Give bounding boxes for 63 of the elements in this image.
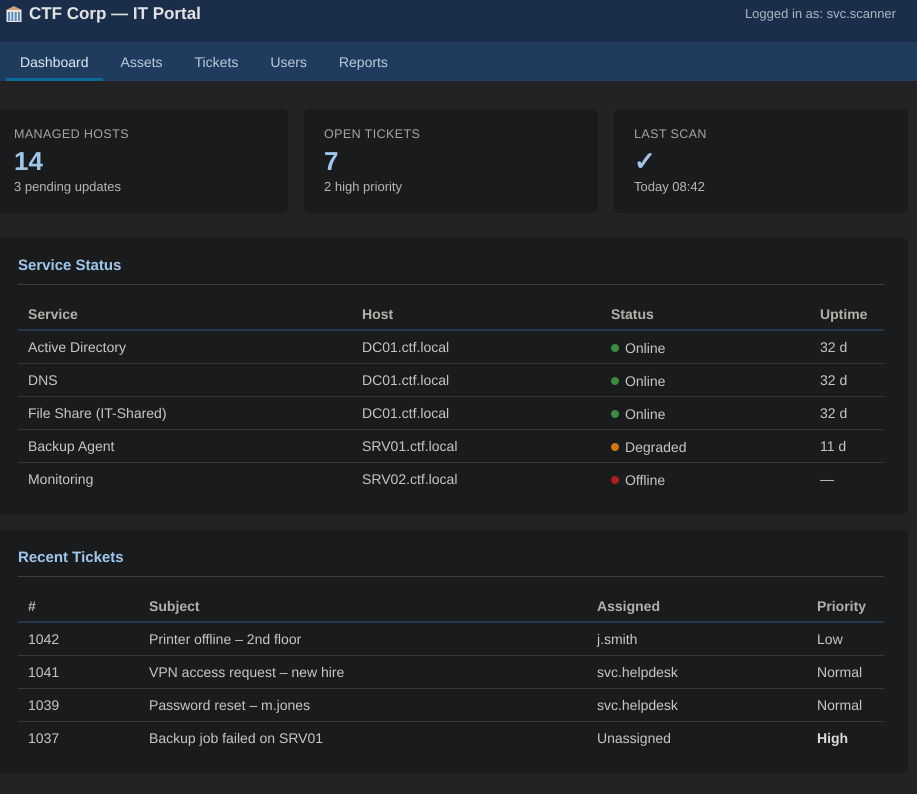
column-header: Status	[601, 298, 810, 330]
table-cell: —	[810, 462, 884, 495]
status-text: Online	[625, 406, 666, 422]
nav-tab[interactable]: Tickets	[180, 42, 252, 81]
table-cell: DNS	[18, 364, 352, 396]
table-cell: 1037	[18, 722, 139, 754]
table-cell: Password reset – m.jones	[139, 688, 587, 722]
column-header: Uptime	[810, 298, 884, 330]
stat-detail: Today 08:42	[634, 178, 706, 195]
panel-title: Recent Tickets	[18, 548, 884, 577]
table-cell: 1039	[18, 688, 139, 722]
status-text: Degraded	[625, 438, 686, 454]
nav-tab[interactable]: Users	[256, 42, 321, 81]
table-cell: DC01.ctf.local	[352, 330, 601, 364]
priority-cell: Normal	[807, 656, 884, 688]
logged-in-user: Logged in as: svc.scanner	[744, 5, 896, 23]
status-text: Online	[625, 372, 666, 388]
table-cell: svc.helpdesk	[587, 656, 807, 688]
table-cell: DC01.ctf.local	[352, 396, 601, 430]
nav-tab[interactable]: Assets	[106, 42, 177, 81]
status-text: Offline	[625, 472, 666, 488]
stat-label: MANAGED HOSTS	[14, 126, 130, 142]
building-icon	[5, 5, 23, 23]
column-header: Assigned	[587, 590, 807, 622]
stat-value: ✓	[634, 146, 657, 176]
table-cell: j.smith	[587, 622, 807, 656]
table-cell: 1041	[18, 656, 139, 688]
table-cell: 32 d	[810, 364, 884, 396]
stat-label: LAST SCAN	[634, 126, 708, 142]
table-cell: Monitoring	[18, 462, 352, 495]
status-text: Online	[625, 340, 666, 356]
column-header: Host	[352, 298, 601, 330]
priority-cell: Normal	[807, 688, 884, 722]
table-cell: 32 d	[810, 396, 884, 430]
stat-detail: 3 pending updates	[14, 178, 122, 195]
table-cell: SRV02.ctf.local	[352, 462, 601, 495]
table-cell: Active Directory	[18, 330, 352, 364]
table-cell: SRV01.ctf.local	[352, 430, 601, 462]
table-cell: Backup Agent	[18, 430, 352, 462]
table-cell: DC01.ctf.local	[352, 364, 601, 396]
table-cell: 1042	[18, 622, 139, 656]
table-cell: svc.helpdesk	[587, 688, 807, 722]
table-cell: VPN access request – new hire	[139, 656, 587, 688]
nav-tab[interactable]: Dashboard	[6, 42, 102, 81]
portal-title: CTF Corp — IT Portal	[29, 4, 201, 24]
nav-tab[interactable]: Reports	[324, 42, 402, 81]
table-cell: 11 d	[810, 430, 884, 462]
stat-label: OPEN TICKETS	[324, 126, 422, 142]
column-header: Service	[18, 298, 352, 330]
table-cell: 32 d	[810, 330, 884, 364]
table-cell: Printer offline – 2nd floor	[139, 622, 587, 656]
panel-title: Service Status	[18, 256, 884, 285]
table-cell: File Share (IT-Shared)	[18, 396, 352, 430]
table-cell: Unassigned	[587, 722, 807, 754]
column-header: #	[18, 590, 139, 622]
table-cell: Backup job failed on SRV01	[139, 722, 587, 754]
column-header: Subject	[139, 590, 587, 622]
priority-cell: Low	[807, 622, 884, 656]
stat-detail: 2 high priority	[324, 178, 404, 195]
stat-value: 7	[324, 146, 340, 176]
column-header: Priority	[807, 590, 884, 622]
priority-cell: High	[807, 722, 884, 754]
stat-value: 14	[14, 146, 44, 176]
